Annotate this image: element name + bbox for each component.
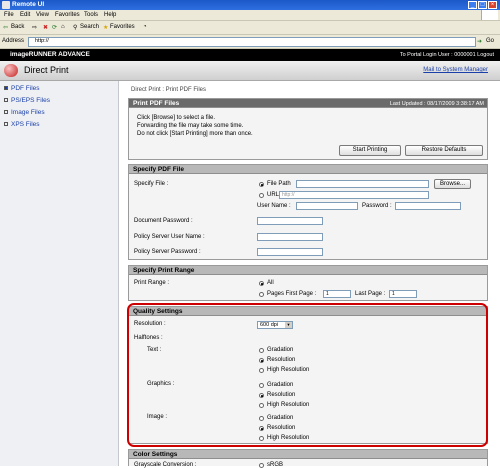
grayscale-conversion-label: Grayscale Conversion : bbox=[134, 462, 197, 468]
menu-edit[interactable]: Edit bbox=[20, 12, 30, 18]
sidebar-item-xps-files[interactable]: XPS Files bbox=[4, 121, 40, 128]
specify-pdf-file-panel: Specify PDF File Specify File : File Pat… bbox=[128, 164, 488, 260]
specify-print-range-panel: Specify Print Range Print Range : All Pa… bbox=[128, 265, 488, 301]
home-icon[interactable]: ⌂ bbox=[61, 24, 65, 30]
brand-name: imageRUNNER ADVANCE bbox=[10, 51, 90, 58]
print-pdf-files-panel: Print PDF Files Last Updated : 08/17/200… bbox=[128, 98, 488, 160]
windows-logo-icon bbox=[481, 10, 498, 20]
menu-favorites[interactable]: Favorites bbox=[55, 12, 80, 18]
instruction-line: Forwarding the file may take some time. bbox=[137, 123, 244, 129]
specify-print-range-header: Specify Print Range bbox=[129, 266, 487, 275]
password-label: Password : bbox=[362, 203, 392, 209]
file-path-label: File Path bbox=[267, 181, 291, 187]
go-button[interactable]: Go bbox=[486, 38, 494, 44]
last-page-input[interactable]: 1 bbox=[389, 290, 417, 298]
specify-file-label: Specify File : bbox=[134, 181, 169, 187]
color-settings-panel: Color Settings Grayscale Conversion : sR… bbox=[128, 449, 488, 468]
bullet-icon bbox=[4, 110, 8, 115]
url-placeholder: http:// bbox=[282, 192, 295, 198]
bullet-icon bbox=[4, 86, 8, 91]
close-button[interactable]: × bbox=[488, 1, 497, 9]
direct-print-logo-icon bbox=[4, 64, 18, 77]
refresh-icon[interactable]: ⟳ bbox=[52, 24, 57, 31]
policy-server-password-input[interactable] bbox=[257, 248, 323, 256]
browser-icon bbox=[2, 1, 10, 9]
sidebar-item-ps-eps-files[interactable]: PS/EPS Files bbox=[4, 97, 50, 104]
favorites-button[interactable]: Favorites bbox=[110, 24, 135, 30]
address-input[interactable]: http:// bbox=[28, 37, 476, 47]
minimize-button[interactable]: _ bbox=[468, 1, 477, 9]
sidebar-item-pdf-files[interactable]: PDF Files bbox=[4, 85, 40, 92]
menu-file[interactable]: File bbox=[4, 12, 14, 18]
last-page-value: 1 bbox=[392, 291, 395, 297]
first-page-input[interactable]: 1 bbox=[323, 290, 351, 298]
bullet-icon bbox=[4, 98, 8, 103]
color-settings-header: Color Settings bbox=[129, 450, 487, 459]
window-title-bar: Remote UI _ □ × bbox=[0, 0, 500, 10]
page-header: Direct Print Mail to System Manager bbox=[0, 61, 500, 81]
app-top-bar: imageRUNNER ADVANCE To Portal Login User… bbox=[0, 49, 500, 61]
history-icon[interactable]: ◔ bbox=[143, 24, 147, 30]
search-icon: ⚲ bbox=[73, 25, 78, 31]
user-name-input[interactable] bbox=[296, 202, 358, 210]
specify-pdf-file-heading: Specify PDF File bbox=[133, 166, 184, 173]
go-arrow-icon[interactable]: ➜ bbox=[477, 38, 482, 45]
policy-server-user-name-input[interactable] bbox=[257, 233, 323, 241]
sidebar: PDF Files PS/EPS Files Image Files XPS F… bbox=[0, 81, 119, 466]
password-input[interactable] bbox=[395, 202, 461, 210]
grayscale-srgb-label: sRGB bbox=[267, 462, 284, 468]
mail-to-system-manager-link[interactable]: Mail to System Manager bbox=[423, 67, 488, 73]
first-page-label: Pages First Page : bbox=[267, 291, 317, 297]
back-arrow-icon: ⇦ bbox=[3, 25, 9, 31]
sidebar-item-image-files[interactable]: Image Files bbox=[4, 109, 45, 116]
instruction-line: Click [Browse] to select a file. bbox=[137, 115, 216, 121]
last-page-label: Last Page : bbox=[355, 291, 386, 297]
print-range-label: Print Range : bbox=[134, 280, 170, 286]
file-path-radio[interactable] bbox=[259, 182, 264, 187]
browse-button[interactable]: Browse... bbox=[434, 179, 471, 189]
window-title: Remote UI bbox=[12, 1, 45, 8]
highlight-outline bbox=[127, 303, 488, 447]
favorites-star-icon: ★ bbox=[103, 25, 109, 31]
specify-print-range-heading: Specify Print Range bbox=[133, 267, 195, 274]
menu-help[interactable]: Help bbox=[104, 12, 116, 18]
document-password-label: Document Password : bbox=[134, 218, 193, 224]
menu-view[interactable]: View bbox=[36, 12, 49, 18]
policy-server-password-label: Policy Server Password : bbox=[134, 249, 201, 255]
first-page-value: 1 bbox=[326, 291, 329, 297]
user-name-label: User Name : bbox=[257, 203, 291, 209]
last-updated: Last Updated : 08/17/2009 3:38:17 AM bbox=[389, 100, 484, 107]
print-range-pages-radio[interactable] bbox=[259, 292, 264, 297]
instruction-line: Do not click [Start Printing] more than … bbox=[137, 131, 253, 137]
print-pdf-files-header: Print PDF Files Last Updated : 08/17/200… bbox=[129, 99, 487, 108]
print-pdf-files-heading: Print PDF Files bbox=[133, 100, 180, 107]
restore-defaults-button[interactable]: Restore Defaults bbox=[405, 145, 483, 156]
browser-toolbar: ⇦ Back ⇨ ✖ ⟳ ⌂ ⚲ Search ★ Favorites ◔ bbox=[0, 21, 500, 35]
menu-bar: File Edit View Favorites Tools Help bbox=[0, 10, 500, 21]
back-button[interactable]: Back bbox=[11, 24, 24, 30]
breadcrumb: Direct Print : Print PDF Files bbox=[131, 87, 207, 93]
color-settings-heading: Color Settings bbox=[133, 451, 178, 458]
page-title: Direct Print bbox=[24, 65, 69, 75]
address-label: Address bbox=[2, 38, 25, 44]
specify-pdf-file-header: Specify PDF File bbox=[129, 165, 487, 174]
forward-arrow-icon[interactable]: ⇨ bbox=[32, 24, 37, 31]
address-bar: Address http:// ➜ Go bbox=[0, 35, 500, 49]
print-range-all-radio[interactable] bbox=[259, 281, 264, 286]
maximize-button[interactable]: □ bbox=[478, 1, 487, 9]
policy-server-user-name-label: Policy Server User Name : bbox=[134, 234, 205, 240]
menu-tools[interactable]: Tools bbox=[84, 12, 98, 18]
document-password-input[interactable] bbox=[257, 217, 323, 225]
search-button[interactable]: Search bbox=[80, 24, 99, 30]
address-value: http:// bbox=[35, 38, 49, 44]
url-input[interactable]: http:// bbox=[279, 191, 429, 199]
file-path-input[interactable] bbox=[296, 180, 429, 188]
url-radio[interactable] bbox=[259, 193, 264, 198]
print-range-all-label: All bbox=[267, 280, 274, 286]
url-label: URL bbox=[267, 192, 280, 198]
portal-login-links[interactable]: To Portal Login User : 0000001 Logout bbox=[400, 52, 494, 58]
stop-icon[interactable]: ✖ bbox=[43, 24, 48, 31]
bullet-icon bbox=[4, 122, 8, 127]
start-printing-button[interactable]: Start Printing bbox=[339, 145, 401, 156]
